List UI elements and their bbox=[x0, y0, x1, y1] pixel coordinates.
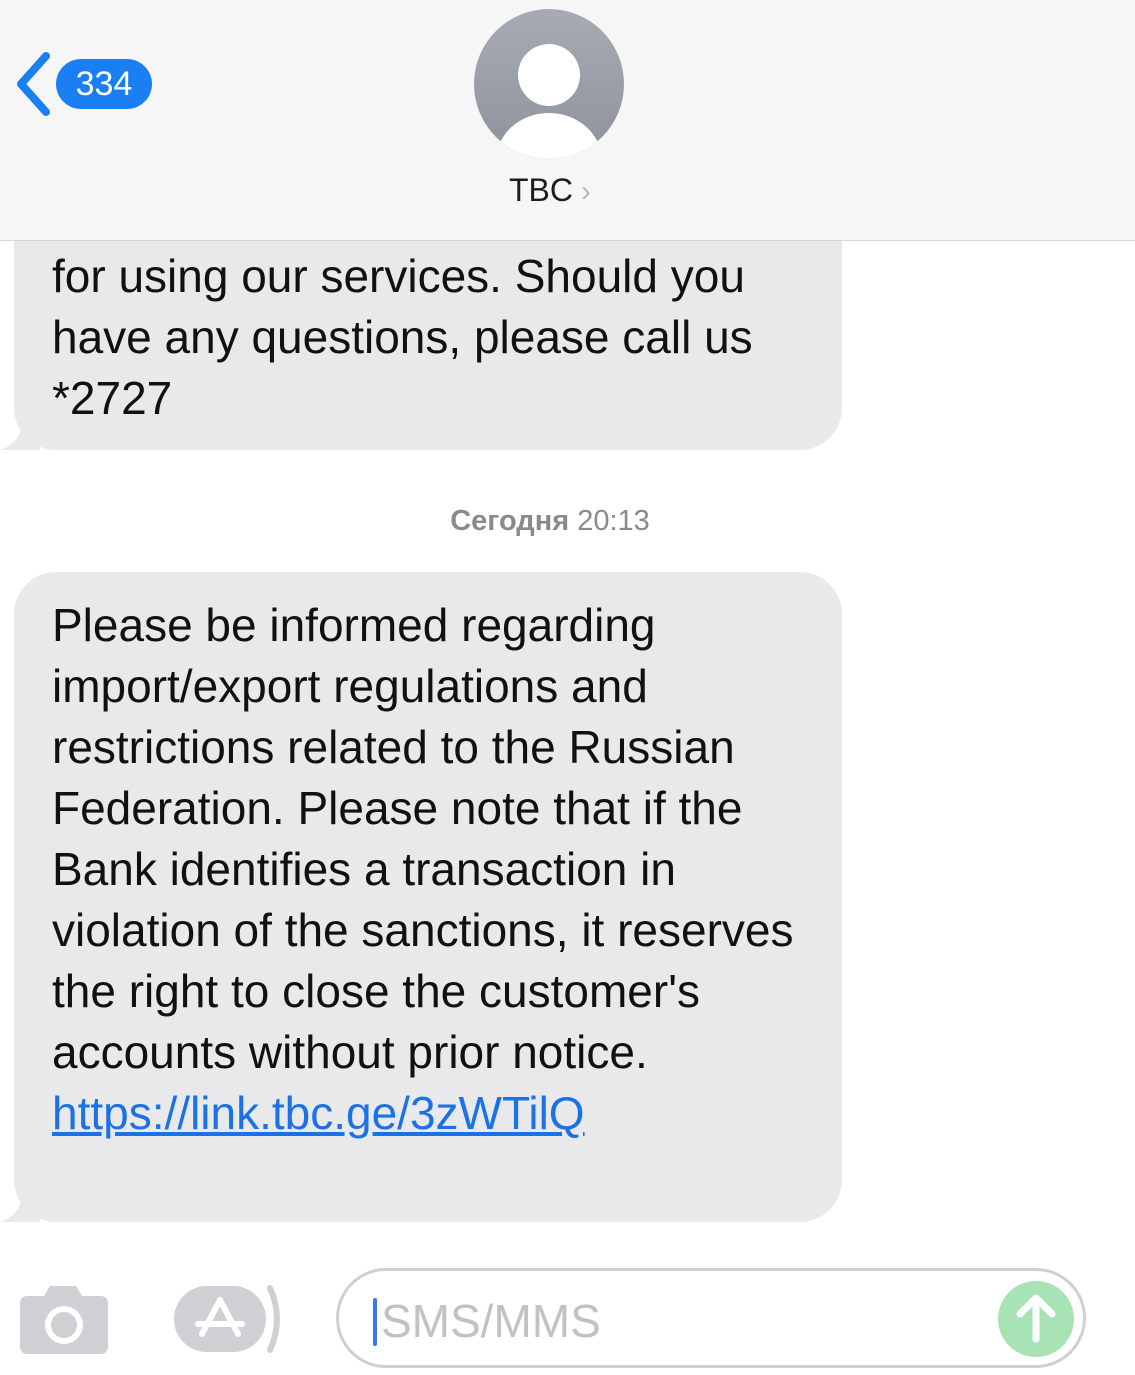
arrow-up-icon bbox=[1016, 1294, 1056, 1343]
back-button[interactable]: 334 bbox=[12, 50, 152, 118]
conversation-header: 334 TBC › bbox=[0, 0, 1135, 241]
person-icon bbox=[496, 44, 602, 159]
app-store-button[interactable] bbox=[172, 1284, 284, 1359]
contact-name-button[interactable]: TBC › bbox=[0, 172, 1100, 209]
timestamp-day: Сегодня bbox=[450, 505, 570, 537]
camera-icon bbox=[20, 1286, 108, 1354]
chevron-right-icon: › bbox=[581, 175, 591, 208]
unread-count-badge: 334 bbox=[56, 59, 152, 109]
message-input[interactable]: SMS/MMS bbox=[336, 1268, 1086, 1368]
contact-avatar[interactable] bbox=[474, 9, 624, 159]
message-input-placeholder: SMS/MMS bbox=[381, 1295, 601, 1347]
send-button[interactable] bbox=[998, 1281, 1074, 1357]
message-timestamp: Сегодня 20:13 bbox=[0, 505, 1100, 538]
message-bubble[interactable]: Please be informed regarding import/expo… bbox=[0, 572, 842, 1222]
camera-button[interactable] bbox=[18, 1284, 110, 1359]
bubble-tail bbox=[0, 414, 40, 450]
text-caret bbox=[373, 1298, 377, 1346]
message-text: Please be informed regarding import/expo… bbox=[52, 599, 794, 1078]
message-text: for using our services. Should you have … bbox=[52, 250, 753, 424]
message-link[interactable]: https://link.tbc.ge/3zWTilQ bbox=[52, 1087, 585, 1139]
bubble-tail bbox=[0, 1186, 40, 1222]
timestamp-time: 20:13 bbox=[577, 505, 650, 537]
app-store-icon bbox=[174, 1285, 280, 1353]
contact-name: TBC bbox=[509, 172, 573, 208]
chevron-left-icon bbox=[12, 50, 54, 118]
